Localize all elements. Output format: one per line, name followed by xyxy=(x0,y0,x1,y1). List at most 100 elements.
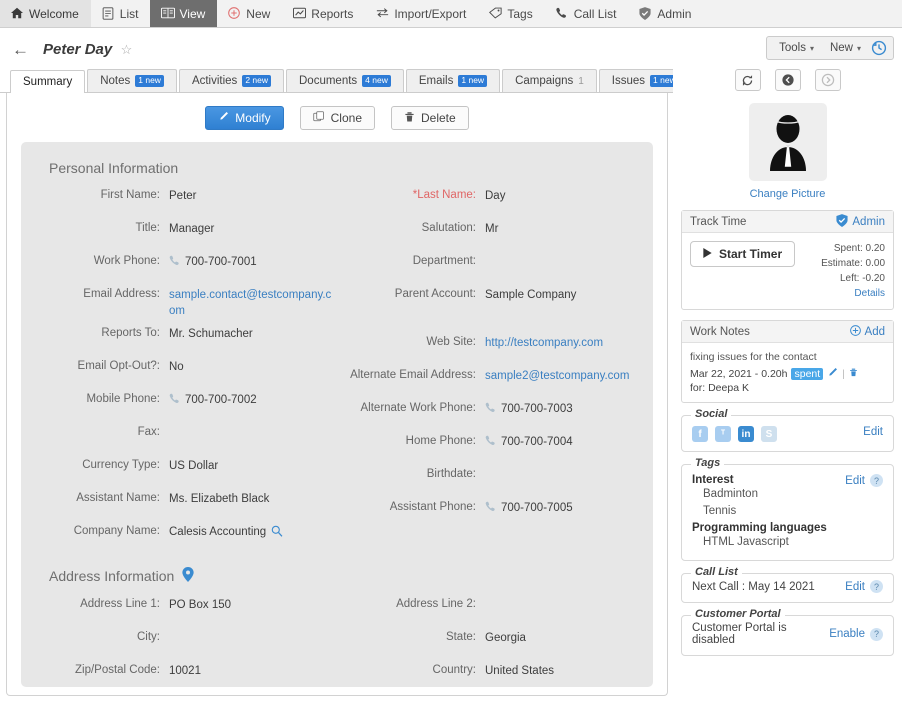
favorite-star-icon[interactable]: ☆ xyxy=(121,42,133,57)
delete-note-icon[interactable] xyxy=(849,367,858,381)
call-list-panel-title: Call List xyxy=(691,566,742,578)
tab-label: Notes xyxy=(100,75,130,87)
history-clock-icon[interactable] xyxy=(871,40,887,56)
tags-edit-link[interactable]: Edit xyxy=(845,475,865,487)
time-left: Left: -0.20 xyxy=(821,271,885,286)
help-question-icon[interactable]: ? xyxy=(870,628,883,641)
nav-tab-tags[interactable]: Tags xyxy=(478,0,544,27)
facebook-icon[interactable]: f xyxy=(692,426,708,442)
tab-emails[interactable]: Emails1 new xyxy=(406,69,500,92)
tools-dropdown[interactable]: Tools ▾ xyxy=(773,42,820,54)
field-value: Ms. Elizabeth Black xyxy=(169,492,269,508)
field-value-wrap: 700-700-7001 xyxy=(169,254,257,271)
help-question-icon[interactable]: ? xyxy=(870,474,883,487)
address-right-column: Address Line 2:State:GeorgiaCountry:Unit… xyxy=(337,597,637,687)
field-value: 700-700-7002 xyxy=(185,393,257,409)
field-row: Email Address:sample.contact@testcompany… xyxy=(37,287,337,319)
field-row: Alternate Work Phone:700-700-7003 xyxy=(337,401,637,427)
refresh-button[interactable] xyxy=(735,69,761,91)
tools-new-group: Tools ▾ New ▾ xyxy=(766,36,894,60)
field-label: Fax: xyxy=(37,425,169,438)
field-value: Peter xyxy=(169,189,197,205)
shield-icon xyxy=(639,7,652,20)
back-arrow-icon[interactable]: ← xyxy=(12,41,29,58)
field-row: Department: xyxy=(337,254,637,280)
field-row: City: xyxy=(37,630,337,656)
add-work-note-button[interactable]: Add xyxy=(850,325,885,339)
customer-portal-enable-link[interactable]: Enable xyxy=(829,628,865,640)
work-note-meta-row: Mar 22, 2021 - 0.20h spent | xyxy=(690,367,885,381)
field-label: Zip/Postal Code: xyxy=(37,663,169,676)
nav-tab-admin[interactable]: Admin xyxy=(628,0,703,27)
field-value[interactable]: sample2@testcompany.com xyxy=(485,369,629,385)
work-notes-panel-body: fixing issues for the contact Mar 22, 20… xyxy=(682,343,893,402)
field-value-wrap: Day xyxy=(485,188,505,205)
twitter-icon[interactable]: ᵀ xyxy=(715,426,731,442)
field-label: Currency Type: xyxy=(37,458,169,471)
work-note-date: Mar 22, 2021 - 0.20h xyxy=(690,368,787,380)
field-label: Assistant Phone: xyxy=(337,500,485,513)
tag-group-name: Programming languages xyxy=(692,522,845,534)
report-icon xyxy=(293,7,306,20)
track-time-admin-link[interactable]: Admin xyxy=(836,214,885,230)
avatar[interactable] xyxy=(749,103,827,181)
personal-left-column: First Name:PeterTitle:ManagerWork Phone:… xyxy=(37,188,337,557)
shield-check-icon xyxy=(836,214,848,230)
field-value: United States xyxy=(485,664,554,680)
tab-notes[interactable]: Notes1 new xyxy=(87,69,177,92)
nav-tab-label: Call List xyxy=(574,7,617,21)
section-title-personal-information: Personal Information xyxy=(49,160,637,176)
nav-tab-welcome[interactable]: Welcome xyxy=(0,0,91,27)
call-list-edit-link[interactable]: Edit xyxy=(845,581,865,593)
field-label: State: xyxy=(337,630,485,643)
modify-button[interactable]: Modify xyxy=(205,106,283,130)
nav-tab-import-export[interactable]: Import/Export xyxy=(365,0,478,27)
field-value-wrap: Calesis Accounting xyxy=(169,524,283,543)
page-body: ← Peter Day ☆ SummaryNotes1 newActivitie… xyxy=(0,28,902,701)
nav-tab-new[interactable]: New xyxy=(217,0,282,27)
clone-button[interactable]: Clone xyxy=(300,106,375,130)
next-record-button[interactable] xyxy=(815,69,841,91)
tab-activities[interactable]: Activities2 new xyxy=(179,69,284,92)
map-pin-icon[interactable] xyxy=(182,567,194,585)
work-note-assignee: for: Deepa K xyxy=(690,382,885,394)
skype-icon[interactable]: S xyxy=(761,426,777,442)
field-value: Manager xyxy=(169,222,214,238)
field-value: Mr xyxy=(485,222,498,238)
field-label: Title: xyxy=(37,221,169,234)
tab-campaigns[interactable]: Campaigns1 xyxy=(502,69,597,92)
field-row: Mobile Phone:700-700-7002 xyxy=(37,392,337,418)
field-row: Reports To:Mr. Schumacher xyxy=(37,326,337,352)
work-notes-panel: Work Notes Add fixing issues for the con… xyxy=(681,320,894,403)
search-icon[interactable] xyxy=(271,525,283,543)
tab-summary[interactable]: Summary xyxy=(10,70,85,93)
delete-button[interactable]: Delete xyxy=(391,106,469,130)
linkedin-icon[interactable]: in xyxy=(738,426,754,442)
nav-tab-label: Import/Export xyxy=(394,7,466,21)
nav-tab-label: Reports xyxy=(311,7,353,21)
nav-tab-view[interactable]: View xyxy=(150,0,217,27)
social-edit-link[interactable]: Edit xyxy=(863,426,883,438)
nav-tab-reports[interactable]: Reports xyxy=(282,0,365,27)
nav-tab-list[interactable]: List xyxy=(91,0,151,27)
time-spent: Spent: 0.20 xyxy=(821,241,885,256)
new-dropdown[interactable]: New ▾ xyxy=(824,42,867,54)
record-navigation-buttons xyxy=(673,69,902,91)
previous-record-button[interactable] xyxy=(775,69,801,91)
field-label: Email Address: xyxy=(37,287,169,300)
record-detail-card: Personal Information First Name:PeterTit… xyxy=(21,142,653,687)
edit-note-icon[interactable] xyxy=(827,367,838,381)
nav-tab-call-list[interactable]: Call List xyxy=(545,0,629,27)
field-label: Salutation: xyxy=(337,221,485,234)
field-value[interactable]: http://testcompany.com xyxy=(485,336,603,352)
field-row: Assistant Phone:700-700-7005 xyxy=(337,500,637,526)
field-value[interactable]: sample.contact@testcompany.com xyxy=(169,288,334,319)
tags-list: InterestBadmintonTennisProgramming langu… xyxy=(692,471,845,551)
help-question-icon[interactable]: ? xyxy=(870,580,883,593)
time-details-link[interactable]: Details xyxy=(821,286,885,301)
start-timer-button[interactable]: Start Timer xyxy=(690,241,795,267)
change-picture-link[interactable]: Change Picture xyxy=(673,188,902,200)
personal-information-grid: First Name:PeterTitle:ManagerWork Phone:… xyxy=(37,188,637,557)
track-time-stats: Spent: 0.20 Estimate: 0.00 Left: -0.20 D… xyxy=(821,241,885,301)
tab-documents[interactable]: Documents4 new xyxy=(286,69,404,92)
